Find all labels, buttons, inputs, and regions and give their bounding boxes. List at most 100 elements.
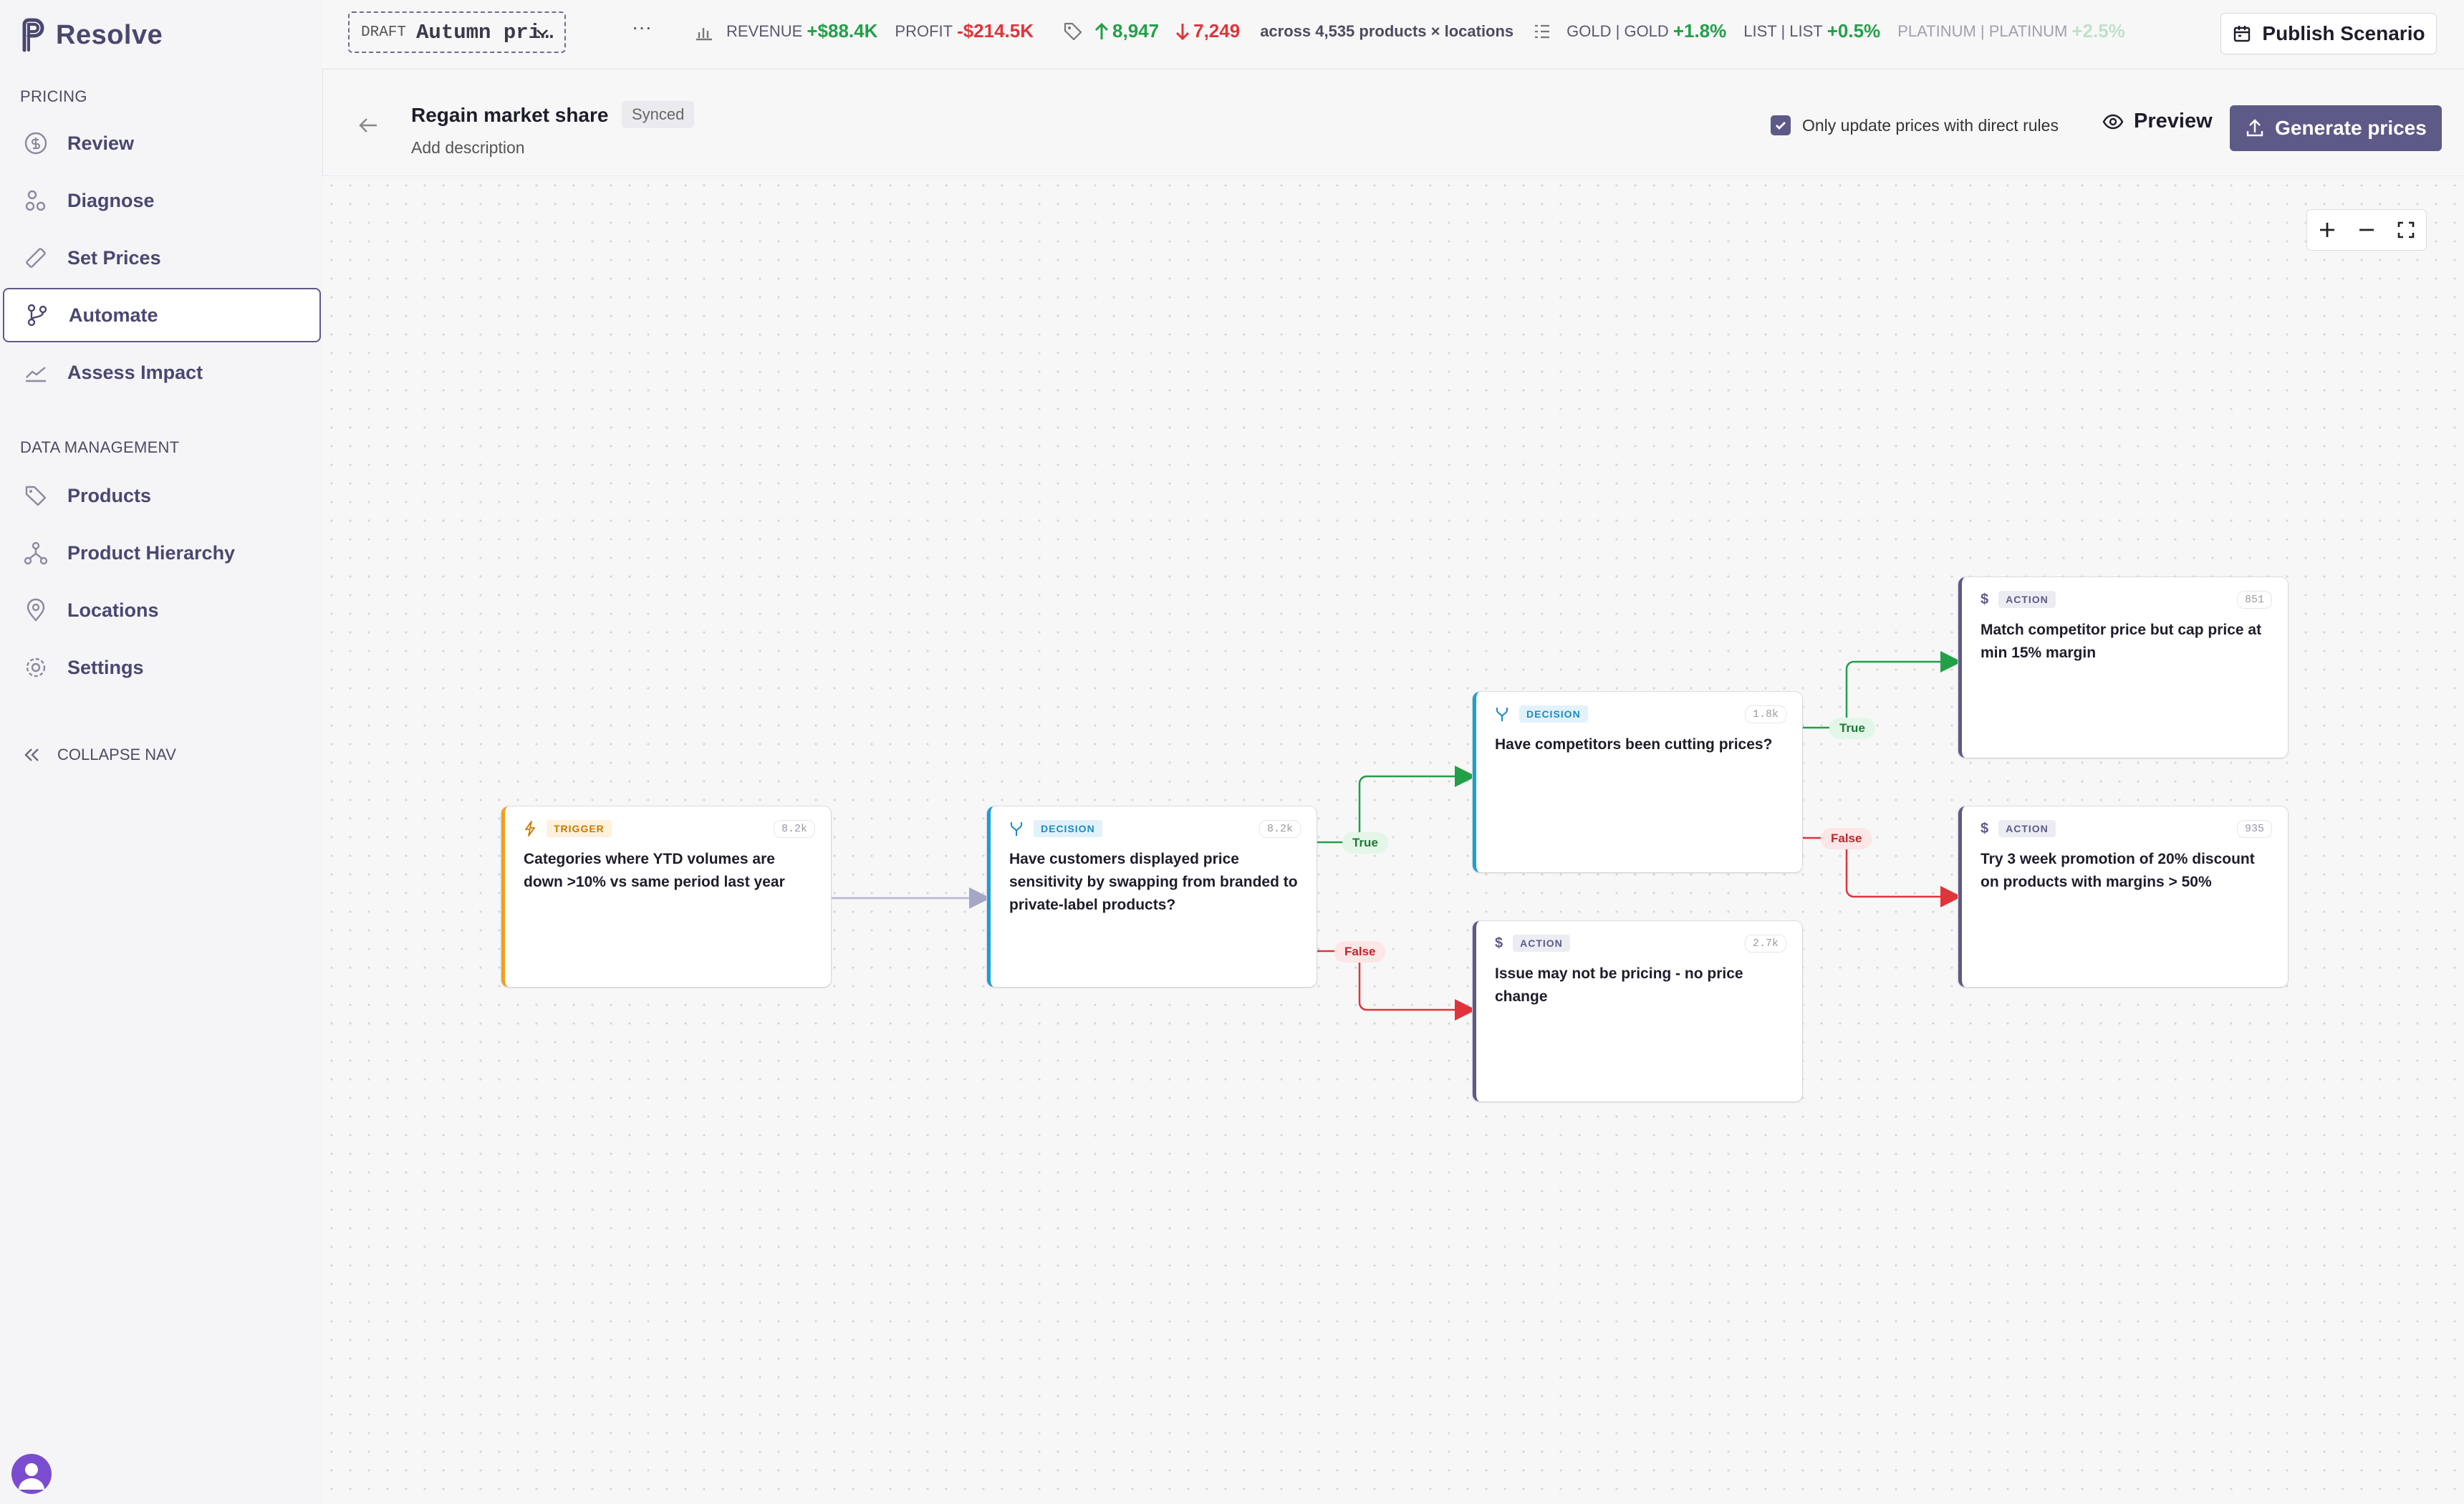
action-node[interactable]: $ ACTION 2.7k Issue may not be pricing -…	[1473, 921, 1802, 1102]
list-icon	[1535, 24, 1550, 38]
chevron-down-icon	[536, 29, 548, 37]
dollar-icon: $	[1981, 591, 1989, 607]
plus-icon	[2319, 223, 2334, 237]
minus-icon	[2359, 228, 2374, 231]
more-options-button[interactable]: ···	[632, 16, 652, 39]
nav-item-locations[interactable]: Locations	[3, 583, 321, 637]
checkbox-checked[interactable]	[1771, 115, 1791, 135]
prices-up-count: 8,947	[1112, 20, 1160, 42]
generate-label: Generate prices	[2275, 117, 2427, 139]
nav-item-settings[interactable]: Settings	[3, 640, 321, 695]
node-type-badge: ACTION	[1998, 820, 2056, 837]
flow-canvas[interactable]: True False True False TRIGGER 8.2k Categ…	[322, 176, 2464, 1504]
tier-list-label: LIST | LIST	[1743, 21, 1823, 40]
bar-chart-icon	[696, 27, 712, 40]
arrow-down-icon	[1176, 23, 1190, 40]
dollar-icon: $	[1495, 935, 1503, 951]
nav-item-review[interactable]: Review	[3, 116, 321, 170]
sync-status-badge: Synced	[622, 101, 695, 128]
zoom-out-button[interactable]	[2347, 210, 2386, 250]
resolve-logo-icon	[22, 18, 44, 52]
user-avatar[interactable]	[11, 1454, 52, 1494]
sidebar: Resolve PRICING Review Diagnose Set Pric…	[0, 0, 323, 1504]
nav-label: Product Hierarchy	[67, 541, 236, 564]
hierarchy-icon	[21, 539, 50, 567]
edge-decision2-true	[1803, 651, 1962, 729]
description-field[interactable]: Add description	[411, 138, 525, 158]
node-text: Have competitors been cutting prices?	[1495, 736, 1773, 753]
action-node[interactable]: $ ACTION 851 Match competitor price but …	[1958, 577, 2288, 758]
false-label: False	[1334, 941, 1386, 963]
node-type-badge: DECISION	[1034, 820, 1102, 837]
upload-icon	[2246, 119, 2263, 137]
tier-gold-label: GOLD | GOLD	[1567, 21, 1669, 40]
profit-value: -$214.5K	[957, 20, 1034, 42]
flow-title[interactable]: Regain market share	[411, 104, 608, 127]
collapse-nav-button[interactable]: COLLAPSE NAV	[21, 745, 176, 765]
node-type-badge: ACTION	[1513, 935, 1570, 952]
user-icon	[19, 1463, 44, 1490]
preview-button[interactable]: Preview	[2102, 110, 2213, 133]
revenue-label: REVENUE	[726, 21, 803, 40]
back-arrow-icon[interactable]	[357, 115, 380, 135]
chevrons-left-icon	[24, 748, 39, 761]
lightning-icon	[525, 821, 535, 837]
nav-item-automate[interactable]: Automate	[3, 288, 321, 342]
dollar-circle-icon	[21, 129, 50, 158]
node-text: Try 3 week promotion of 20% discount on …	[1981, 851, 2255, 890]
nav-label: Products	[67, 484, 152, 506]
nav-label: Automate	[69, 304, 158, 326]
checkbox-label: Only update prices with direct rules	[1802, 115, 2059, 135]
gear-icon	[21, 653, 50, 682]
pricing-section-label: PRICING	[20, 87, 87, 105]
tags-icon	[21, 481, 50, 510]
nav-item-assess-impact[interactable]: Assess Impact	[3, 345, 321, 400]
arrow-up-icon	[1094, 22, 1109, 39]
fit-view-button[interactable]	[2387, 210, 2426, 250]
generate-prices-button[interactable]: Generate prices	[2230, 105, 2442, 151]
nav-item-set-prices[interactable]: Set Prices	[3, 231, 321, 285]
tier-platinum-label: PLATINUM | PLATINUM	[1897, 21, 2068, 40]
nav-item-product-hierarchy[interactable]: Product Hierarchy	[3, 526, 321, 580]
tier-platinum-value: +2.5%	[2071, 20, 2125, 42]
node-type-badge: DECISION	[1519, 705, 1588, 723]
node-count: 2.7k	[1744, 934, 1786, 953]
direct-rules-checkbox[interactable]: Only update prices with direct rules	[1771, 115, 2059, 135]
app-logo[interactable]: Resolve	[19, 17, 163, 53]
decision-node[interactable]: DECISION 1.8k Have competitors been cutt…	[1473, 692, 1802, 872]
node-count: 8.2k	[773, 819, 815, 838]
tier-gold-value: +1.8%	[1673, 20, 1727, 42]
nav-label: Locations	[67, 599, 159, 621]
node-text: Issue may not be pricing - no price chan…	[1495, 965, 1743, 1005]
zoom-in-button[interactable]	[2307, 210, 2347, 250]
scenario-select[interactable]: DRAFT Autumn pri…	[348, 11, 566, 53]
branch-icon	[23, 301, 52, 329]
node-count: 851	[2236, 590, 2272, 609]
decision-node[interactable]: DECISION 8.2k Have customers displayed p…	[987, 806, 1317, 987]
check-icon	[1776, 122, 1786, 130]
node-count: 1.8k	[1744, 705, 1786, 723]
scenario-metrics: REVENUE +$88.4K PROFIT -$214.5K 8,947 7,…	[693, 20, 2125, 42]
preview-label: Preview	[2134, 110, 2213, 132]
nav-label: Set Prices	[67, 246, 161, 269]
action-node[interactable]: $ ACTION 935 Try 3 week promotion of 20%…	[1958, 806, 2288, 987]
node-text: Have customers displayed price sensitivi…	[1009, 851, 1298, 913]
zoom-controls	[2306, 209, 2427, 251]
publish-scenario-button[interactable]: Publish Scenario	[2220, 13, 2437, 54]
node-count: 8.2k	[1259, 819, 1301, 838]
flow-header: Regain market share Synced Add descripti…	[322, 69, 2464, 176]
trigger-node[interactable]: TRIGGER 8.2k Categories where YTD volume…	[501, 806, 831, 987]
nav-label: Review	[67, 132, 135, 154]
nav-item-products[interactable]: Products	[3, 468, 321, 523]
tag-icon	[1064, 22, 1082, 40]
split-icon	[1496, 708, 1508, 721]
ruler-icon	[21, 244, 50, 272]
nav-item-diagnose[interactable]: Diagnose	[3, 173, 321, 228]
node-type-badge: ACTION	[1998, 591, 2056, 608]
node-text: Match competitor price but cap price at …	[1981, 622, 2262, 661]
map-pin-icon	[21, 596, 50, 625]
dollar-icon: $	[1981, 820, 1989, 837]
nav-label: Assess Impact	[67, 361, 203, 383]
revenue-value: +$88.4K	[807, 20, 878, 42]
data-management-section-label: DATA MANAGEMENT	[20, 438, 180, 456]
